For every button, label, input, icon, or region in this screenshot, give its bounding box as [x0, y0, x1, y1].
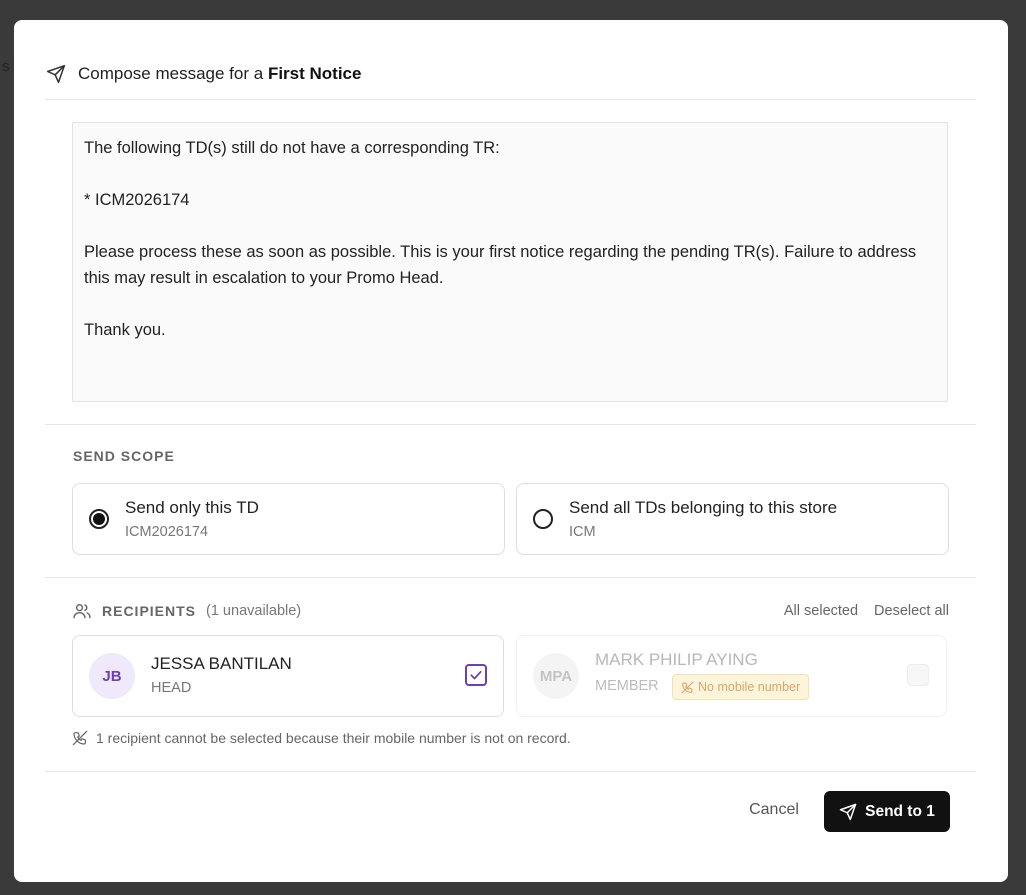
recipient-role: MEMBER: [595, 678, 659, 694]
recipient-name: MARK PHILIP AYING: [595, 650, 758, 669]
dialog-title-prefix: Compose message for a: [78, 64, 264, 83]
all-selected-status: All selected: [783, 603, 859, 619]
send-scope-label: SEND SCOPE: [73, 448, 175, 464]
send-icon: [839, 803, 857, 820]
footer-divider: [45, 771, 976, 772]
scope-option-subtitle: ICM2026174: [125, 524, 209, 540]
recipient-name: JESSA BANTILAN: [151, 654, 292, 673]
unavailable-note: 1 recipient cannot be selected because t…: [72, 730, 571, 746]
unavailable-note-text: 1 recipient cannot be selected because t…: [96, 730, 571, 746]
badge-text: No mobile number: [698, 680, 801, 694]
avatar: MPA: [533, 653, 579, 699]
scope-option-title: Send only this TD: [125, 498, 259, 517]
compose-message-dialog: Compose message for a First Notice The f…: [14, 20, 1008, 882]
recipient-checkbox[interactable]: [465, 664, 487, 686]
recipients-header: RECIPIENTS (1 unavailable) All selected …: [72, 600, 949, 622]
scope-radio-this-td[interactable]: [89, 509, 109, 529]
header-divider: [45, 99, 976, 100]
dialog-title-notice: First Notice: [267, 64, 362, 83]
section-divider: [45, 424, 976, 425]
check-icon: [470, 670, 482, 680]
scope-option-all-store[interactable]: Send all TDs belonging to this store ICM: [516, 483, 949, 555]
scope-option-this-td[interactable]: Send only this TD ICM2026174: [72, 483, 505, 555]
recipient-card-unavailable: MPA MARK PHILIP AYING MEMBER No mobile n…: [516, 635, 947, 717]
message-textarea[interactable]: The following TD(s) still do not have a …: [72, 122, 948, 402]
no-mobile-badge: No mobile number: [672, 674, 810, 700]
send-icon: [46, 64, 66, 84]
no-phone-icon: [681, 681, 694, 693]
dialog-title: Compose message for a First Notice: [78, 64, 361, 84]
dialog-header: Compose message for a First Notice: [46, 64, 361, 84]
recipients-actions: All selected Deselect all: [784, 603, 949, 619]
avatar: JB: [89, 653, 135, 699]
cancel-button[interactable]: Cancel: [736, 796, 812, 824]
recipient-checkbox-disabled: [907, 664, 929, 686]
scope-radio-all-store[interactable]: [533, 509, 553, 529]
backdrop-text-fragment: s: [2, 58, 10, 75]
send-button-label: Send to 1: [865, 802, 935, 820]
users-icon: [72, 601, 92, 621]
scope-option-title: Send all TDs belonging to this store: [569, 498, 838, 517]
recipients-unavailable-count: (1 unavailable): [206, 603, 302, 619]
section-divider: [45, 577, 976, 578]
no-phone-icon: [72, 730, 88, 746]
recipient-card[interactable]: JB JESSA BANTILAN HEAD: [72, 635, 504, 717]
recipient-role: HEAD: [151, 680, 192, 696]
deselect-all-button[interactable]: Deselect all: [874, 603, 949, 619]
scope-option-subtitle: ICM: [569, 524, 596, 540]
recipients-label: RECIPIENTS: [102, 603, 197, 619]
send-button[interactable]: Send to 1: [824, 791, 950, 832]
